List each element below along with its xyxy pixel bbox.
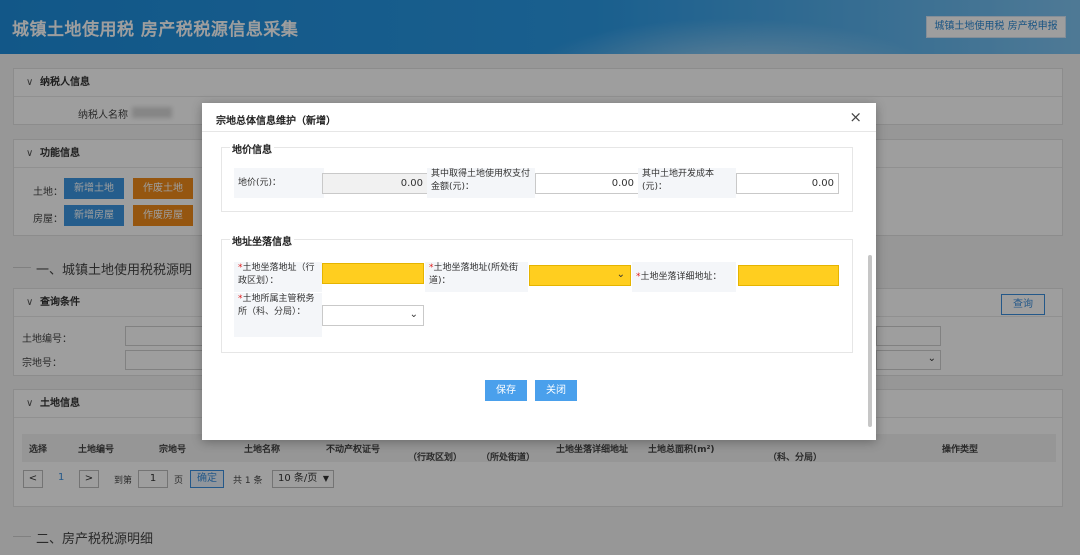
address-street-select[interactable]: ⌄ — [529, 265, 631, 286]
land-price-label: 地价(元)： — [234, 168, 324, 198]
save-button[interactable]: 保存 — [485, 380, 527, 401]
tax-authority-label: *土地所属主管税务所（科、分局）： — [234, 293, 322, 337]
chevron-down-icon: ⌄ — [409, 309, 418, 320]
address-detail-input[interactable] — [738, 265, 839, 286]
address-district-input[interactable] — [322, 263, 424, 284]
dialog-scrollbar[interactable] — [868, 255, 872, 427]
price-fieldset: 地价信息 地价(元)： 0.00 其中取得土地使用权支付金额(元)： 0.00 … — [221, 141, 853, 212]
close-icon[interactable]: × — [849, 108, 862, 126]
address-street-label-text: 土地坐落地址(所处街道)： — [429, 263, 519, 286]
tax-authority-label-text: 土地所属主管税务所（科、分局）： — [238, 294, 315, 317]
address-district-label-text: 土地坐落地址（行政区划）： — [238, 263, 315, 286]
address-legend: 地址坐落信息 — [230, 233, 294, 248]
close-button[interactable]: 关闭 — [535, 380, 577, 401]
land-price-input[interactable]: 0.00 — [322, 173, 428, 194]
dialog-divider — [202, 131, 876, 132]
price-legend: 地价信息 — [230, 141, 274, 156]
acquisition-amount-input[interactable]: 0.00 — [535, 173, 639, 194]
address-detail-label: *土地坐落详细地址： — [632, 262, 736, 292]
dialog-title: 宗地总体信息维护（新增） — [216, 116, 336, 127]
address-detail-label-text: 土地坐落详细地址： — [640, 272, 722, 282]
chevron-down-icon: ⌄ — [616, 269, 625, 280]
address-fieldset: 地址坐落信息 *土地坐落地址（行政区划）： *土地坐落地址(所处街道)： ⌄ *… — [221, 233, 853, 353]
address-district-label: *土地坐落地址（行政区划）： — [234, 262, 322, 292]
address-street-label: *土地坐落地址(所处街道)： — [425, 262, 528, 292]
acquisition-amount-label: 其中取得土地使用权支付金额(元)： — [427, 168, 535, 198]
development-cost-input[interactable]: 0.00 — [736, 173, 839, 194]
parcel-info-dialog: 宗地总体信息维护（新增） × 地价信息 地价(元)： 0.00 其中取得土地使用… — [202, 103, 876, 440]
tax-authority-select[interactable]: ⌄ — [322, 305, 424, 326]
development-cost-label: 其中土地开发成本(元)： — [638, 168, 736, 198]
